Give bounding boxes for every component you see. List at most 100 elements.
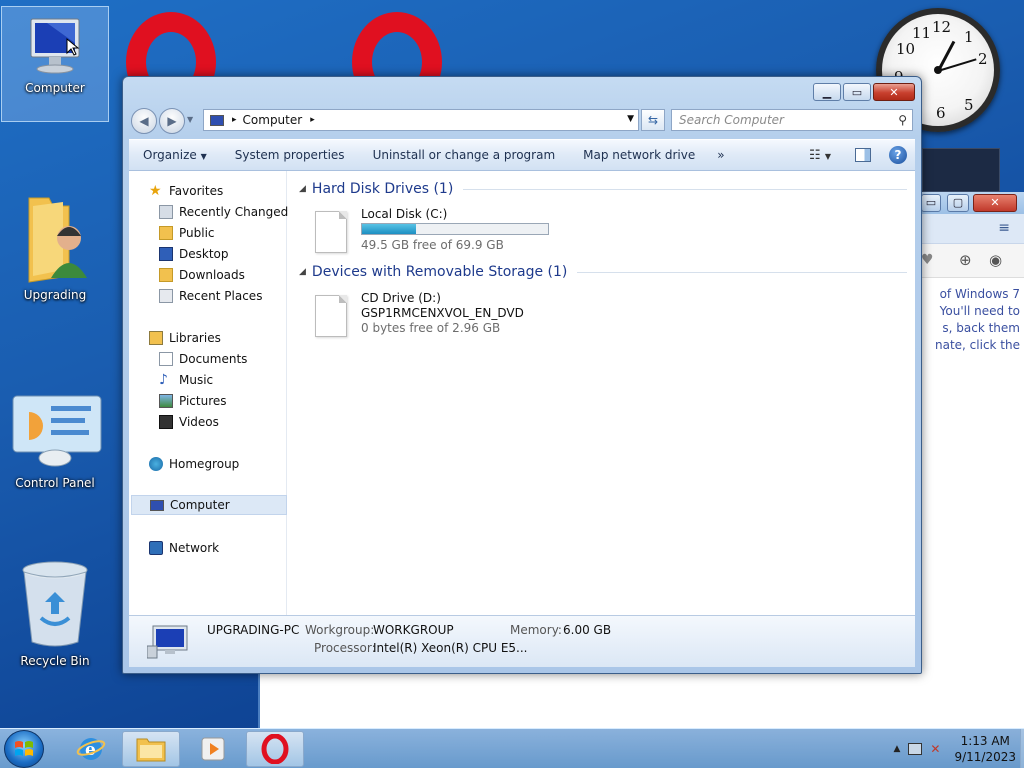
close-icon: ✕	[889, 85, 899, 99]
account-icon[interactable]: ◉	[989, 251, 1002, 269]
taskbar-internet-explorer[interactable]: e	[62, 731, 120, 767]
nav-libraries[interactable]: Libraries	[149, 328, 221, 348]
nav-homegroup[interactable]: Homegroup	[149, 454, 239, 474]
windows-logo-icon	[15, 741, 33, 756]
nav-public[interactable]: Public	[159, 223, 215, 243]
preview-pane-icon[interactable]	[855, 148, 871, 162]
opera-icon	[261, 734, 289, 764]
documents-icon	[159, 352, 173, 366]
search-input[interactable]: Search Computer ⚲	[671, 109, 913, 131]
background-window-edge	[922, 148, 1000, 192]
show-hidden-icons-icon[interactable]: ▲	[893, 744, 900, 754]
network-icon	[149, 541, 163, 555]
folder-icon	[136, 738, 166, 762]
volume-muted-icon[interactable]: ✕	[930, 742, 940, 756]
help-icon[interactable]: ?	[889, 146, 907, 164]
desktop-icon-control-panel[interactable]: Control Panel	[1, 386, 109, 490]
computer-name: UPGRADING-PC	[207, 623, 300, 637]
breadcrumb-separator[interactable]: ▸	[310, 115, 315, 125]
taskbar-clock[interactable]: 1:13 AM 9/11/2023	[954, 733, 1016, 765]
taskbar: e ▲ ✕ 1:13 AM 9/11/2023	[0, 728, 1024, 768]
desktop-icon-recycle-bin[interactable]: Recycle Bin	[1, 552, 109, 668]
nav-network[interactable]: Network	[149, 538, 219, 558]
desktop-icon-upgrading[interactable]: Upgrading	[1, 182, 109, 302]
group-header-hard-disk-drives[interactable]: ◢ Hard Disk Drives (1)	[299, 181, 907, 197]
nav-music[interactable]: ♪ Music	[159, 370, 213, 390]
system-properties-button[interactable]: System properties	[221, 148, 359, 162]
control-panel-icon	[12, 395, 102, 467]
explorer-window[interactable]: ▁ ▭ ✕ ◀ ▶ ▼ ▸ Computer ▸ ▼ ⇆ Search Comp…	[122, 76, 922, 674]
group-header-removable-storage[interactable]: ◢ Devices with Removable Storage (1)	[299, 264, 907, 280]
recycle-bin-icon	[22, 561, 88, 647]
arrow-right-icon: ▶	[167, 114, 177, 128]
back-button[interactable]: ◀	[131, 108, 157, 134]
address-dropdown-icon[interactable]: ▼	[627, 114, 634, 124]
clock-date: 9/11/2023	[954, 750, 1016, 764]
internet-explorer-icon: e	[76, 738, 106, 760]
address-row: ◀ ▶ ▼ ▸ Computer ▸ ▼ ⇆ Search Computer ⚲	[131, 107, 913, 134]
desktop-icon-label: Recycle Bin	[20, 654, 90, 668]
breadcrumb-separator[interactable]: ▸	[232, 115, 237, 125]
refresh-button[interactable]: ⇆	[641, 109, 665, 131]
organize-button[interactable]: Organize ▼	[129, 148, 221, 162]
show-desktop-button[interactable]	[1020, 729, 1024, 768]
download-icon[interactable]: ⊕	[959, 251, 972, 269]
taskbar-windows-explorer[interactable]	[122, 731, 180, 767]
drive-local-disk-c[interactable]: Local Disk (C:) 49.5 GB free of 69.9 GB	[315, 207, 565, 255]
nav-downloads[interactable]: Downloads	[159, 265, 245, 285]
navigation-pane[interactable]: ★ Favorites Recently Changed Public Desk…	[129, 171, 288, 615]
nav-pictures[interactable]: Pictures	[159, 391, 227, 411]
breadcrumb-computer[interactable]: Computer	[243, 113, 303, 127]
nav-favorites[interactable]: ★ Favorites	[149, 181, 223, 201]
minimize-button[interactable]: ▁	[813, 83, 841, 101]
heart-icon[interactable]: ♥	[921, 252, 934, 268]
address-bar[interactable]: ▸ Computer ▸ ▼	[203, 109, 639, 131]
recent-pages-dropdown-icon[interactable]: ▼	[187, 115, 193, 124]
desktop-icon-computer[interactable]: Computer	[1, 6, 109, 122]
drive-free-space: 49.5 GB free of 69.9 GB	[361, 238, 504, 252]
drive-volume-label: GSP1RMCENXVOL_EN_DVD	[361, 306, 524, 320]
clock-time: 1:13 AM	[960, 734, 1010, 748]
close-icon[interactable]: ✕	[973, 194, 1017, 212]
close-button[interactable]: ✕	[873, 83, 915, 101]
start-button[interactable]	[4, 730, 44, 768]
arrow-left-icon: ◀	[139, 114, 149, 128]
page-text: of Windows 7 You'll need to s, back them…	[935, 287, 1020, 352]
taskbar-opera[interactable]	[246, 731, 304, 767]
media-player-icon	[201, 737, 225, 761]
drive-name: Local Disk (C:)	[361, 207, 448, 221]
drive-cd-drive-d[interactable]: CD Drive (D:) GSP1RMCENXVOL_EN_DVD 0 byt…	[315, 291, 565, 341]
folder-icon	[159, 226, 173, 240]
cd-drive-icon	[315, 295, 347, 337]
nav-recent-places[interactable]: Recent Places	[159, 286, 262, 306]
collapse-icon[interactable]: ◢	[299, 267, 306, 277]
forward-button[interactable]: ▶	[159, 108, 185, 134]
nav-computer[interactable]: Computer	[131, 495, 287, 515]
search-icon[interactable]: ⚲	[898, 113, 907, 127]
network-status-icon[interactable]	[908, 743, 923, 755]
recent-folder-icon	[159, 205, 173, 219]
nav-desktop[interactable]: Desktop	[159, 244, 229, 264]
background-browser-window[interactable]: ▭ ▢ ✕ ≡ ♥ ⊕ ◉ of Windows 7 You'll need t…	[920, 192, 1024, 728]
maximize-button[interactable]: ▭	[843, 83, 871, 101]
more-commands-button[interactable]: »	[709, 148, 738, 162]
content-pane[interactable]: ◢ Hard Disk Drives (1) Local Disk (C:) 4…	[291, 171, 911, 615]
nav-videos[interactable]: Videos	[159, 412, 219, 432]
change-view-icon[interactable]: ☷ ▼	[809, 148, 831, 163]
star-icon: ★	[149, 183, 162, 199]
explorer-body: ★ Favorites Recently Changed Public Desk…	[129, 171, 915, 615]
command-bar: Organize ▼ System properties Uninstall o…	[129, 139, 915, 171]
desktop-icon	[159, 247, 173, 261]
drive-name: CD Drive (D:)	[361, 291, 441, 305]
uninstall-program-button[interactable]: Uninstall or change a program	[359, 148, 570, 162]
pictures-icon	[159, 394, 173, 408]
nav-documents[interactable]: Documents	[159, 349, 247, 369]
nav-recently-changed[interactable]: Recently Changed	[159, 202, 288, 222]
collapse-icon[interactable]: ◢	[299, 184, 306, 194]
drive-free-space: 0 bytes free of 2.96 GB	[361, 321, 501, 335]
map-network-drive-button[interactable]: Map network drive	[569, 148, 709, 162]
menu-icon[interactable]: ≡	[998, 220, 1010, 236]
computer-icon	[30, 18, 80, 74]
details-pane: UPGRADING-PC Workgroup: WORKGROUP Memory…	[129, 615, 915, 667]
taskbar-media-player[interactable]	[184, 731, 242, 767]
